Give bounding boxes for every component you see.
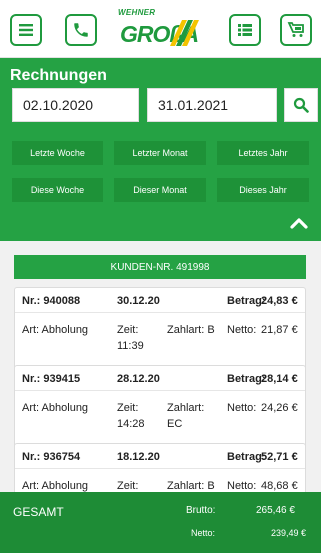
- invoice-net: 24,26 €: [261, 402, 298, 414]
- search-icon: [293, 97, 309, 113]
- payment-method: EC: [167, 418, 183, 430]
- range-this-year-button[interactable]: Dieses Jahr: [217, 178, 309, 202]
- invoice-type: Art: Abholung: [22, 480, 89, 492]
- collapse-chevron-up-icon[interactable]: [289, 216, 309, 230]
- invoice-net: 21,87 €: [261, 324, 298, 336]
- net-label: Netto:: [227, 480, 257, 492]
- logo-top-text: WEHNER: [118, 8, 156, 17]
- cart-button[interactable]: [280, 14, 312, 46]
- search-button[interactable]: [284, 88, 318, 122]
- range-this-month-button[interactable]: Dieser Monat: [114, 178, 206, 202]
- logo-stripes-icon: [170, 20, 199, 46]
- date-to-input[interactable]: [147, 88, 277, 122]
- payment-method-label: Zahlart:: [167, 402, 205, 414]
- invoice-card[interactable]: Nr.: 936754 18.12.20 Betrag: 52,71 € Art…: [14, 443, 306, 492]
- cart-icon: [287, 22, 304, 37]
- net-total-label: Netto:: [191, 528, 216, 538]
- invoice-time: 11:39: [117, 340, 144, 352]
- invoice-type: Art: Abholung: [22, 324, 89, 336]
- amount-label: Betrag:: [227, 295, 266, 307]
- list-button[interactable]: [229, 14, 261, 46]
- range-last-month-button[interactable]: Letzter Monat: [114, 141, 206, 165]
- page-title: Rechnungen: [10, 67, 107, 84]
- invoice-number: Nr.: 936754: [22, 451, 81, 463]
- invoice-number: Nr.: 940088: [22, 295, 81, 307]
- top-bar: WEHNER GROßA: [0, 0, 321, 58]
- invoice-time: 14:28: [117, 418, 145, 430]
- amount-label: Betrag:: [227, 373, 266, 385]
- phone-icon: [74, 23, 88, 37]
- invoice-amount: 52,71 €: [261, 451, 298, 463]
- invoice-type: Art: Abholung: [22, 402, 89, 414]
- invoice-list: KUNDEN-NR. 491998 Nr.: 940088 30.12.20 B…: [0, 241, 321, 492]
- range-last-week-button[interactable]: Letzte Woche: [12, 141, 103, 165]
- invoice-number: Nr.: 939415: [22, 373, 81, 385]
- net-label: Netto:: [227, 402, 257, 414]
- amount-label: Betrag:: [227, 451, 266, 463]
- range-last-year-button[interactable]: Letztes Jahr: [217, 141, 309, 165]
- invoice-card[interactable]: Nr.: 940088 30.12.20 Betrag: 24,83 € Art…: [14, 287, 306, 371]
- invoice-card[interactable]: Nr.: 939415 28.12.20 Betrag: 28,14 € Art…: [14, 365, 306, 449]
- invoice-amount: 28,14 €: [261, 373, 298, 385]
- totals-footer: GESAMT Brutto: 265,46 € Netto: 239,49 €: [0, 492, 321, 553]
- time-label: Zeit:: [117, 324, 139, 336]
- invoice-filter-panel: Rechnungen Letzte Woche Letzter Monat Le…: [0, 58, 321, 241]
- total-label: GESAMT: [13, 505, 64, 519]
- payment-method-label: Zahlart: B: [167, 324, 215, 336]
- date-from-input[interactable]: [12, 88, 139, 122]
- time-label: Zeit:: [117, 402, 139, 414]
- phone-button[interactable]: [65, 14, 97, 46]
- company-logo: WEHNER GROßA: [118, 8, 202, 52]
- net-total: 239,49 €: [271, 528, 307, 538]
- gross-total: 265,46 €: [256, 505, 295, 516]
- invoice-date: 28.12.20: [117, 373, 160, 385]
- payment-method-label: Zahlart: B: [167, 480, 215, 492]
- menu-icon: [19, 24, 33, 36]
- gross-label: Brutto:: [186, 505, 216, 516]
- customer-number-header: KUNDEN-NR. 491998: [14, 255, 306, 279]
- invoice-amount: 24,83 €: [261, 295, 298, 307]
- range-this-week-button[interactable]: Diese Woche: [12, 178, 103, 202]
- menu-button[interactable]: [10, 14, 42, 46]
- invoice-date: 30.12.20: [117, 295, 160, 307]
- invoice-date: 18.12.20: [117, 451, 160, 463]
- net-label: Netto:: [227, 324, 257, 336]
- invoice-net: 48,68 €: [261, 480, 298, 492]
- list-icon: [238, 24, 252, 36]
- time-label: Zeit:: [117, 480, 139, 492]
